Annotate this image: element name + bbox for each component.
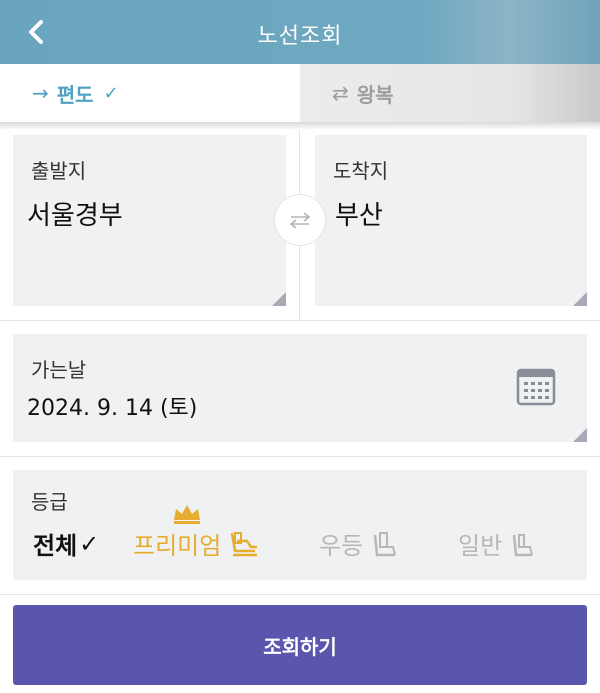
top-bar: 노선조회: [0, 0, 600, 64]
tab-oneway[interactable]: → 편도 ✓: [0, 64, 300, 122]
arrival-label: 도착지: [333, 159, 389, 183]
check-icon: ✓: [103, 82, 119, 104]
arrival-value: 부산: [335, 201, 383, 231]
section-divider: [0, 594, 600, 595]
tabs-shadow: [0, 122, 600, 130]
arrow-right-icon: →: [32, 81, 49, 105]
grade-option-label: 전체: [33, 532, 78, 560]
grade-section: 등급 전체 ✓ 프리미엄 우등 일반: [13, 470, 587, 580]
swap-stations-button[interactable]: [274, 194, 326, 246]
swap-arrows-icon: ⇄: [332, 81, 349, 105]
first-seat-icon: [373, 531, 397, 556]
calendar-icon[interactable]: [516, 367, 556, 407]
tab-oneway-label: 편도: [56, 82, 94, 107]
crown-icon: [174, 505, 200, 524]
normal-seat-icon: [512, 533, 534, 556]
grade-option-label: 일반: [458, 532, 503, 560]
section-divider: [0, 456, 600, 457]
corner-mark: [573, 428, 587, 442]
grade-option-premium[interactable]: 프리미엄: [133, 526, 261, 561]
arrival-field[interactable]: 도착지 부산: [315, 135, 587, 306]
search-button[interactable]: 조회하기: [13, 605, 587, 685]
section-divider: [0, 320, 600, 321]
tab-roundtrip-label: 왕복: [356, 82, 394, 107]
date-value: 2024. 9. 14 (토): [27, 396, 198, 421]
page-title: 노선조회: [257, 24, 343, 49]
trip-type-tabs: → 편도 ✓ ⇄ 왕복: [0, 64, 600, 122]
departure-field[interactable]: 출발지 서울경부: [13, 135, 286, 306]
departure-value: 서울경부: [27, 201, 123, 231]
grade-option-normal[interactable]: 일반: [458, 526, 542, 561]
premium-seat-icon: [231, 531, 258, 556]
swap-arrows-icon: [289, 212, 311, 229]
grade-option-label: 프리미엄: [133, 532, 222, 560]
corner-mark: [272, 292, 286, 306]
check-icon: ✓: [79, 529, 100, 558]
departure-label: 출발지: [31, 159, 87, 183]
grade-option-first[interactable]: 우등: [319, 526, 403, 561]
date-field[interactable]: 가는날 2024. 9. 14 (토): [13, 334, 587, 442]
grade-option-label: 우등: [319, 532, 364, 560]
grade-option-all[interactable]: 전체 ✓: [33, 526, 99, 561]
grade-label: 등급: [31, 490, 68, 514]
date-label: 가는날: [31, 358, 87, 382]
corner-mark: [573, 292, 587, 306]
tab-roundtrip[interactable]: ⇄ 왕복: [300, 64, 600, 122]
